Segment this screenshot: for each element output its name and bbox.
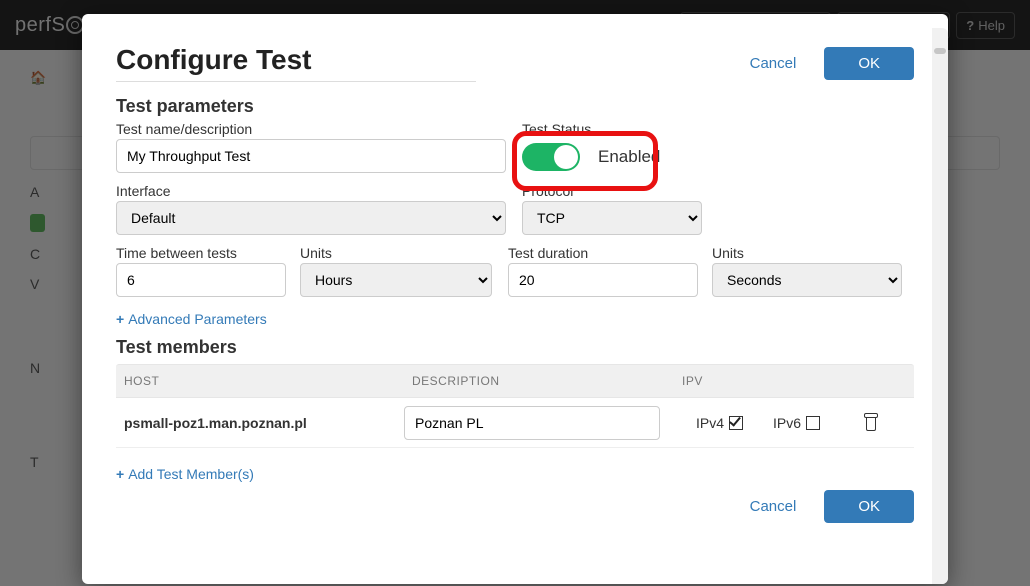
interface-select[interactable]: Default bbox=[116, 201, 506, 235]
table-row: psmall-poz1.man.poznan.pl IPv4 IPv6 bbox=[116, 398, 914, 448]
add-test-member-label: Add Test Member(s) bbox=[128, 466, 254, 482]
protocol-label: Protocol bbox=[522, 183, 702, 199]
test-status-toggle[interactable] bbox=[522, 143, 580, 171]
duration-label: Test duration bbox=[508, 245, 698, 261]
advanced-parameters-label: Advanced Parameters bbox=[128, 311, 267, 327]
protocol-select[interactable]: TCP bbox=[522, 201, 702, 235]
modal-footer: Cancel OK bbox=[116, 490, 914, 523]
plus-icon: + bbox=[116, 311, 124, 327]
duration-input[interactable] bbox=[508, 263, 698, 297]
ipv4-option[interactable]: IPv4 bbox=[696, 415, 743, 431]
ipv6-label: IPv6 bbox=[773, 415, 801, 431]
configure-test-modal: Configure Test Cancel OK Test parameters… bbox=[82, 14, 948, 584]
test-status-value: Enabled bbox=[598, 147, 660, 167]
members-header-host: HOST bbox=[116, 374, 404, 388]
modal-title: Configure Test bbox=[116, 44, 476, 82]
page-root: perfSNAR Toolkit on 150.254.160.17 View … bbox=[0, 0, 1030, 586]
interval-units-select[interactable]: Hours bbox=[300, 263, 492, 297]
test-name-input[interactable] bbox=[116, 139, 506, 173]
trash-icon[interactable] bbox=[864, 415, 878, 431]
members-table: HOST DESCRIPTION IPV psmall-poz1.man.poz… bbox=[116, 364, 914, 448]
duration-units-select[interactable]: Seconds bbox=[712, 263, 902, 297]
section-members: Test members bbox=[116, 337, 914, 358]
ipv6-option[interactable]: IPv6 bbox=[773, 415, 820, 431]
test-name-label: Test name/description bbox=[116, 121, 506, 137]
test-status-label: Test Status bbox=[522, 121, 660, 137]
duration-units-label: Units bbox=[712, 245, 902, 261]
add-test-member-link[interactable]: + Add Test Member(s) bbox=[116, 466, 254, 482]
interface-label: Interface bbox=[116, 183, 506, 199]
member-host: psmall-poz1.man.poznan.pl bbox=[116, 415, 404, 431]
members-header-desc: DESCRIPTION bbox=[404, 374, 674, 388]
interval-input[interactable] bbox=[116, 263, 286, 297]
cancel-button-footer[interactable]: Cancel bbox=[736, 490, 811, 523]
modal-scrollbar[interactable] bbox=[932, 28, 948, 584]
modal-header: Configure Test Cancel OK bbox=[116, 44, 914, 82]
ipv4-checkbox[interactable] bbox=[729, 416, 743, 430]
members-header-ipv: IPV bbox=[674, 374, 774, 388]
ipv4-label: IPv4 bbox=[696, 415, 724, 431]
interval-units-label: Units bbox=[300, 245, 492, 261]
ipv6-checkbox[interactable] bbox=[806, 416, 820, 430]
interval-label: Time between tests bbox=[116, 245, 286, 261]
ok-button[interactable]: OK bbox=[824, 47, 914, 80]
advanced-parameters-link[interactable]: + Advanced Parameters bbox=[116, 311, 267, 327]
section-parameters: Test parameters bbox=[116, 96, 914, 117]
members-header-row: HOST DESCRIPTION IPV bbox=[116, 364, 914, 398]
plus-icon: + bbox=[116, 466, 124, 482]
cancel-button[interactable]: Cancel bbox=[736, 47, 811, 80]
member-description-input[interactable] bbox=[404, 406, 660, 440]
ok-button-footer[interactable]: OK bbox=[824, 490, 914, 523]
